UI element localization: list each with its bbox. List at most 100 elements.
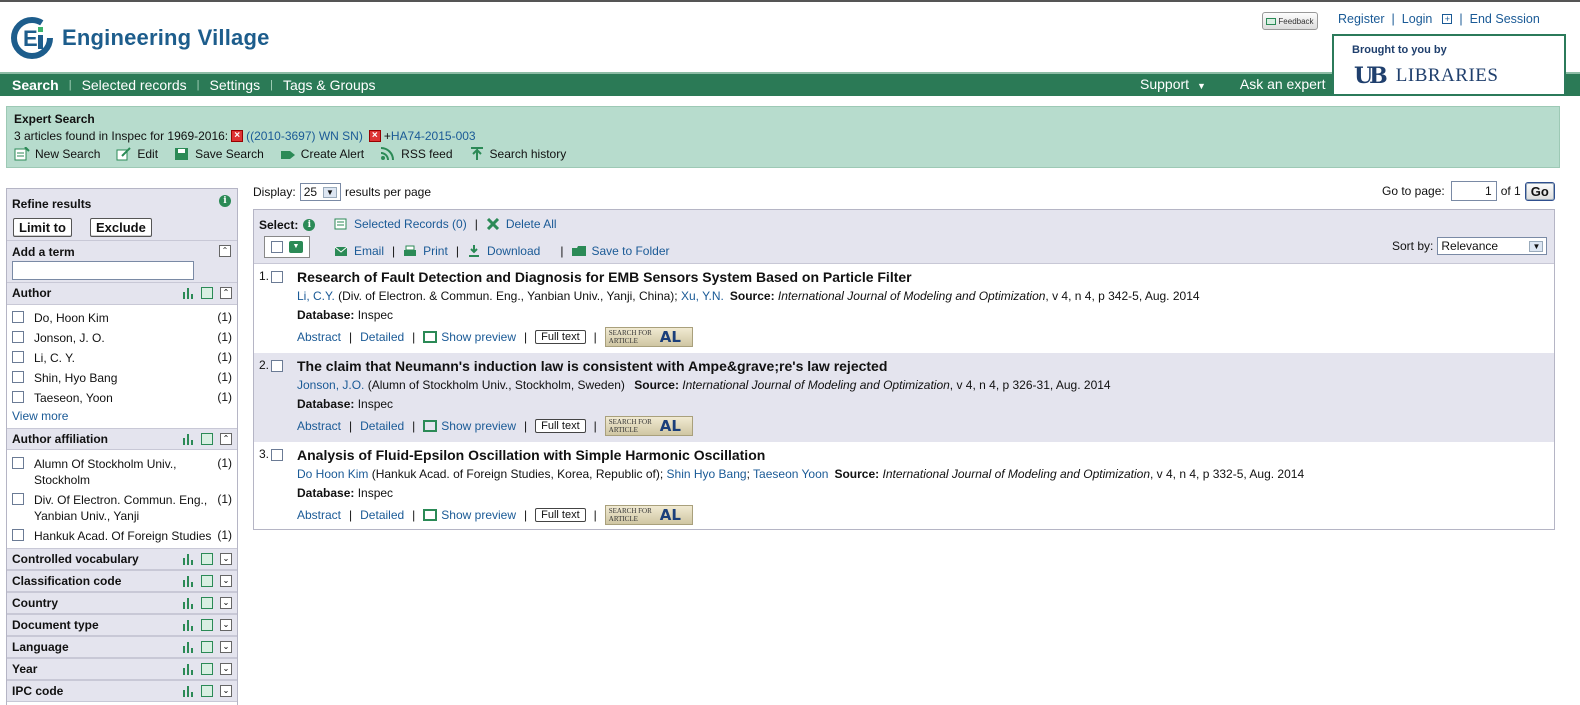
detailed-link[interactable]: Detailed [360,508,404,522]
export-icon[interactable] [201,641,213,653]
checkbox[interactable] [12,331,24,343]
results-per-page-select[interactable]: 25 ▼ [299,183,341,201]
export-icon[interactable] [201,287,213,299]
expand-icon[interactable]: ⌄ [220,641,232,653]
facet-header[interactable]: Controlled vocabulary ⌄ [7,548,237,570]
expand-icon[interactable]: ⌄ [220,553,232,565]
nav-search[interactable]: Search [0,77,69,93]
record-title[interactable]: The claim that Neumann's induction law i… [297,357,1554,375]
export-icon[interactable] [201,663,213,675]
detailed-link[interactable]: Detailed [360,419,404,433]
facet-header[interactable]: Language ⌄ [7,636,237,658]
record-checkbox[interactable] [271,270,284,283]
facet-header[interactable]: Classification code ⌄ [7,570,237,592]
checkbox[interactable] [12,371,24,383]
abstract-link[interactable]: Abstract [297,508,341,522]
query-term-2[interactable]: HA74-2015-003 [391,129,476,143]
nav-ask-expert[interactable]: Ask an expert [1230,76,1336,92]
search-for-article-button[interactable]: SEARCH FOR ARTICLE AL [604,416,693,436]
export-icon[interactable] [201,619,213,631]
add-term-input[interactable] [12,261,194,280]
email-link[interactable]: Email [334,244,384,258]
expand-icon[interactable]: ⌄ [220,619,232,631]
new-search-button[interactable]: New Search [14,146,100,161]
query-term-1[interactable]: ((2010-3697) WN SN) [246,129,363,143]
feedback-button[interactable]: Feedback [1262,12,1318,30]
show-preview-link[interactable]: Show preview [441,419,516,433]
info-icon[interactable]: i [219,195,231,207]
login-link[interactable]: Login [1402,12,1433,26]
chart-icon[interactable] [182,433,194,445]
chart-icon[interactable] [182,575,194,587]
chart-icon[interactable] [182,641,194,653]
abstract-link[interactable]: Abstract [297,330,341,344]
ub-libraries-banner[interactable]: Brought to you by UB LIBRARIES [1332,34,1566,96]
search-history-button[interactable]: Search history [469,147,566,161]
checkbox[interactable] [12,391,24,403]
export-icon[interactable] [201,575,213,587]
record-title[interactable]: Research of Fault Detection and Diagnosi… [297,268,1554,286]
select-all-dropdown[interactable]: ▼ [264,236,310,258]
expand-icon[interactable]: ⌄ [220,597,232,609]
author-link[interactable]: Taeseon Yoon [753,467,828,481]
page-number-input[interactable]: 1 [1450,181,1497,201]
nav-selected-records[interactable]: Selected records [72,77,197,93]
expand-icon[interactable]: ⌄ [220,663,232,675]
search-for-article-button[interactable]: SEARCH FOR ARTICLE AL [604,505,693,525]
abstract-link[interactable]: Abstract [297,419,341,433]
register-link[interactable]: Register [1338,12,1385,26]
author-link[interactable]: Jonson, J.O. [297,378,364,392]
checkbox[interactable] [12,493,24,505]
print-link[interactable]: Print [403,244,448,258]
rss-feed-button[interactable]: RSS feed [380,147,453,161]
expand-icon[interactable]: ⌄ [220,575,232,587]
exclude-button[interactable]: Exclude [90,218,152,237]
chart-icon[interactable] [182,287,194,299]
export-icon[interactable] [201,597,213,609]
chart-icon[interactable] [182,597,194,609]
go-button[interactable]: Go [1524,181,1555,201]
collapse-icon[interactable]: ⌃ [219,245,231,257]
checkbox[interactable] [12,529,24,541]
search-for-article-button[interactable]: SEARCH FOR ARTICLE AL [604,327,693,347]
select-all-checkbox[interactable] [271,241,283,253]
author-link[interactable]: Shin Hyo Bang [667,467,747,481]
selected-records-link[interactable]: Selected Records (0) [334,217,467,231]
edit-button[interactable]: Edit [116,147,158,161]
facet-header[interactable]: Document type ⌄ [7,614,237,636]
facet-header[interactable]: Country ⌄ [7,592,237,614]
full-text-button[interactable]: Full text [535,419,586,433]
collapse-icon[interactable]: ⌃ [220,287,232,299]
limit-to-button[interactable]: Limit to [13,218,72,237]
full-text-button[interactable]: Full text [535,508,586,522]
author-link[interactable]: Xu, Y.N. [681,289,724,303]
export-icon[interactable] [201,433,213,445]
remove-term-icon[interactable]: × [368,130,381,142]
save-to-folder-link[interactable]: Save to Folder [571,244,670,258]
end-session-link[interactable]: End Session [1470,12,1540,26]
remove-term-icon[interactable]: × [231,130,244,142]
show-preview-link[interactable]: Show preview [441,330,516,344]
sort-select[interactable]: Relevance ▼ [1437,237,1548,255]
facet-header[interactable]: Year ⌄ [7,658,237,680]
record-checkbox[interactable] [271,448,284,461]
author-facet-header[interactable]: Author ⌃ [7,283,237,305]
expand-icon[interactable]: + [1442,14,1453,24]
create-alert-button[interactable]: Create Alert [280,147,364,161]
chart-icon[interactable] [182,685,194,697]
record-title[interactable]: Analysis of Fluid-Epsilon Oscillation wi… [297,446,1554,464]
checkbox[interactable] [12,457,24,469]
collapse-icon[interactable]: ⌃ [220,433,232,445]
record-checkbox[interactable] [271,359,284,372]
view-more-link[interactable]: View more [12,409,68,423]
save-search-button[interactable]: Save Search [174,147,264,161]
author-link[interactable]: Do Hoon Kim [297,467,368,481]
expand-icon[interactable]: ⌄ [220,685,232,697]
detailed-link[interactable]: Detailed [360,330,404,344]
facet-header[interactable]: IPC code ⌄ [7,680,237,702]
checkbox[interactable] [12,311,24,323]
export-icon[interactable] [201,685,213,697]
nav-settings[interactable]: Settings [199,77,270,93]
export-icon[interactable] [201,553,213,565]
show-preview-link[interactable]: Show preview [441,508,516,522]
